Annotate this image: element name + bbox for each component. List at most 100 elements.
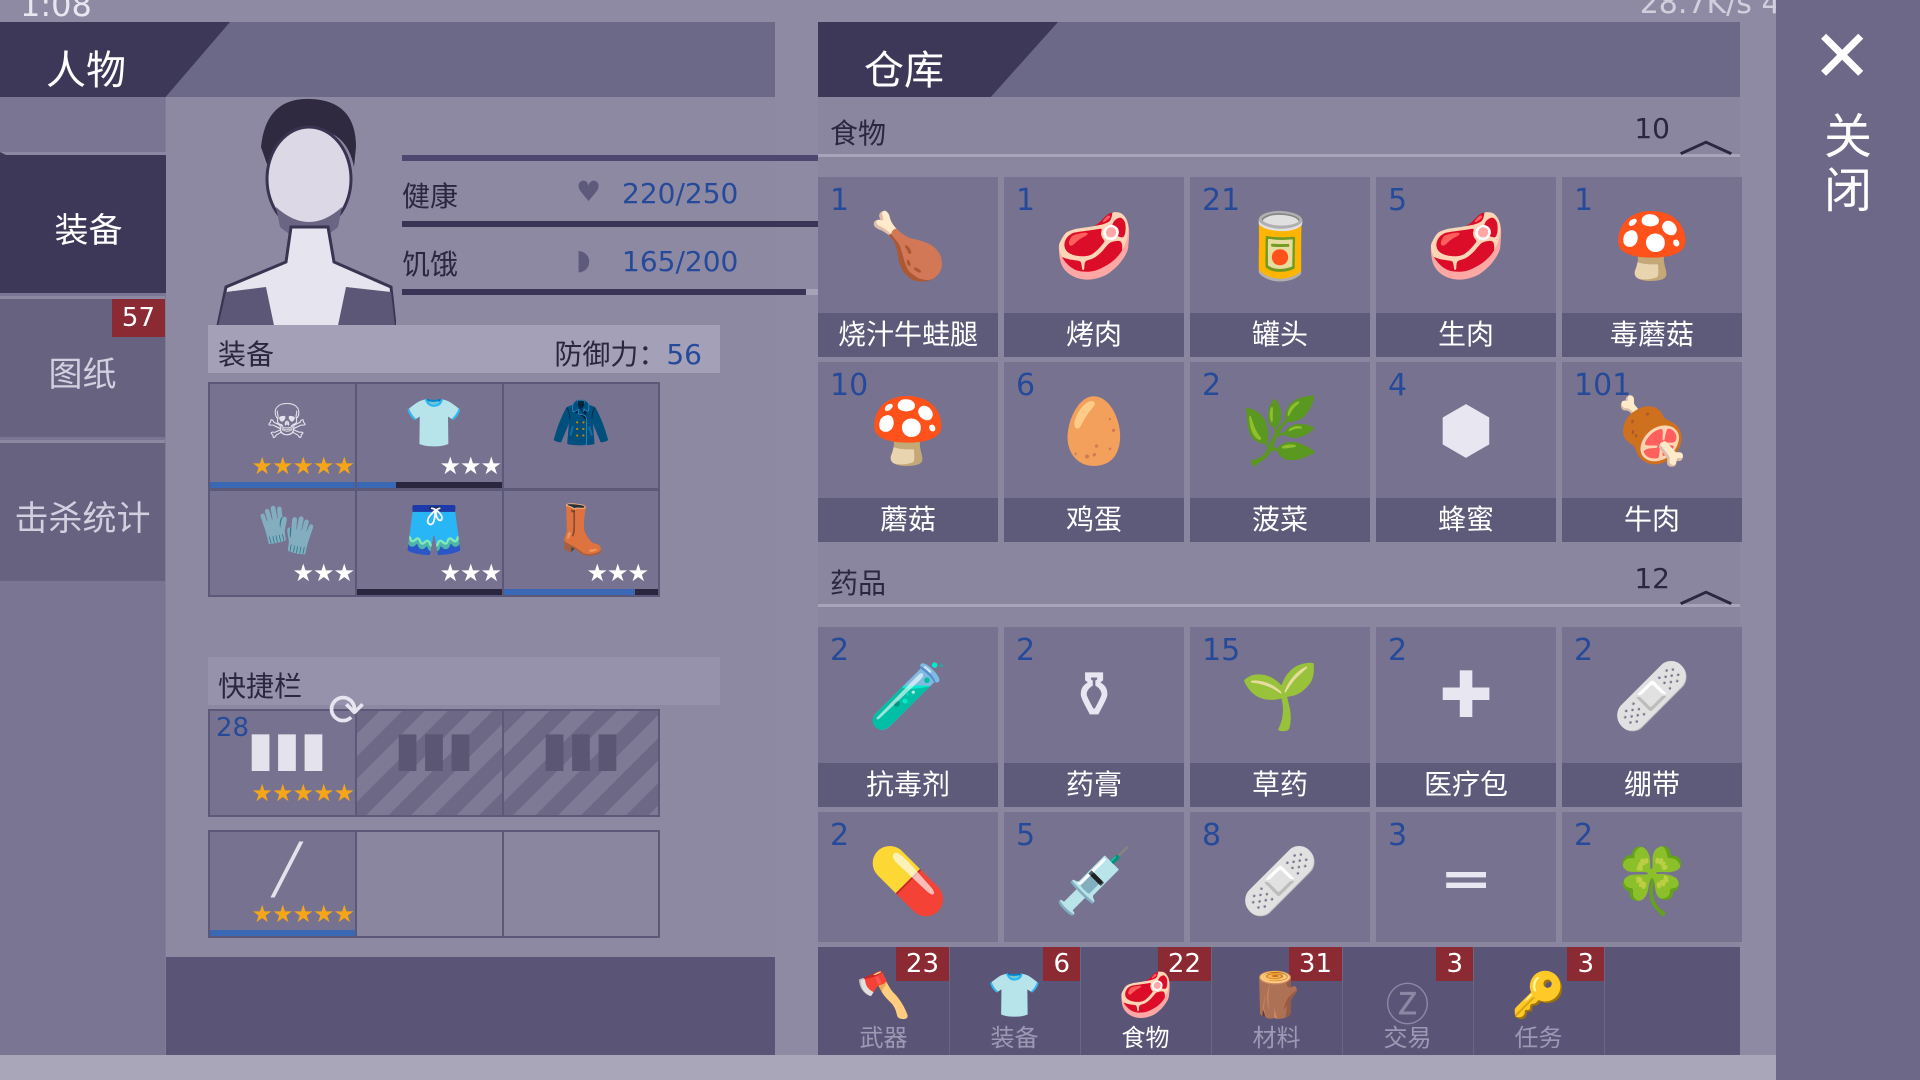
inventory-item[interactable]: 10 🍄 蘑菇 [818,362,998,542]
character-title: 人物 [46,48,126,94]
inventory-item[interactable]: 101 🍖 牛肉 [1562,362,1742,542]
close-sidebar: ✕ 关闭 [1776,0,1920,1080]
status-bar: 1:08 28.7K/s 4G 23% [0,0,1920,24]
category-tab[interactable]: 31 🪵 材料 [1211,947,1343,1055]
warehouse-panel: 仓库 食物 10 ︿ 1 🍗 烧汁牛蛙腿 1 🥩 烤肉 21 🥫 罐头 5 🥩 生肉 1 🍄 毒蘑菇 10 🍄 蘑… [818,22,1742,1055]
hunger-value: 165/200 [622,245,739,278]
rarity-stars: ★★★★★ [251,900,355,928]
inventory-item[interactable]: 1 🍄 毒蘑菇 [1562,177,1742,357]
category-tab-label: 装备 [990,1024,1039,1052]
inventory-item[interactable]: 2 ⚱ 药膏 [1004,627,1184,807]
bandage-icon: 🩹 [1612,660,1692,734]
inventory-item[interactable]: 8 🩹 [1190,812,1370,942]
status-time: 1:08 [20,0,92,24]
jacket-icon: 🧥 [551,395,611,451]
category-tab[interactable]: 3 Ⓩ 交易 [1342,947,1474,1055]
ointment-icon: ⚱ [1067,659,1121,733]
equipment-slot[interactable]: 🧤 ★★★ [208,489,366,597]
close-button-label[interactable]: 关闭 [1824,110,1876,218]
inventory-item[interactable]: 21 🥫 罐头 [1190,177,1370,357]
equipment-slot[interactable]: 🧥 [502,382,660,490]
category-tab[interactable]: 22 🥩 食物 [1080,947,1212,1055]
side-tab-label: 击杀统计 [14,499,151,539]
item-name: 药膏 [1004,763,1184,807]
quickbar-label: 快捷栏 [218,670,303,703]
quickbar-slot[interactable] [355,830,513,938]
item-name: 医疗包 [1376,763,1556,807]
inventory-item[interactable]: 6 🥚 鸡蛋 [1004,362,1184,542]
bottom-strip [0,1055,1776,1080]
rarity-stars: ★★★★★ [251,452,355,480]
axe-icon: 🪓 [856,970,911,1021]
defense-display: 防御力：56 [554,333,702,373]
defense-value: 56 [666,338,702,371]
inventory-item[interactable]: 2 🩹 绷带 [1562,627,1742,807]
inventory-item[interactable]: 2 🌿 菠菜 [1190,362,1370,542]
ampoule-icon: 💊 [868,845,948,919]
inventory-item[interactable]: 5 💉 [1004,812,1184,942]
side-tab-blueprints[interactable]: 57 图纸 [0,296,165,437]
heart-icon: ♥ [576,175,602,208]
equipment-slot[interactable]: 👕 ★★★ [355,382,513,490]
equipment-slot[interactable]: 👢 ★★★ [502,489,660,597]
gloves-icon: 🧤 [257,502,317,558]
close-icon[interactable]: ✕ [1812,20,1872,92]
equipment-section-header: 装备 防御力：56 [208,325,720,373]
food-category-count: 10 [1634,112,1670,145]
medicine-category-count: 12 [1634,562,1670,595]
quickbar-section-header: 快捷栏 [208,657,720,705]
inventory-item[interactable]: 2 🍀 [1562,812,1742,942]
item-name: 牛肉 [1562,498,1742,542]
quickbar-slot[interactable] [502,830,660,938]
food-category-header[interactable]: 食物 10 ︿ [818,102,1740,162]
rarity-stars: ★★★ [439,452,502,480]
swap-refresh-icon[interactable]: ⟳ [328,685,365,736]
inventory-item[interactable]: 1 🍗 烧汁牛蛙腿 [818,177,998,357]
inventory-item[interactable]: 15 🌱 草药 [1190,627,1370,807]
item-name: 抗毒剂 [818,763,998,807]
health-label: 健康 [402,180,459,213]
inventory-item[interactable]: 2 🧪 抗毒剂 [818,627,998,807]
category-tab[interactable]: 3 🔑 任务 [1473,947,1605,1055]
leaves-icon: 🍀 [1612,845,1692,919]
item-name: 草药 [1190,763,1370,807]
antidote-icon: 🧪 [868,660,948,734]
rarity-stars: ★★★ [439,559,502,587]
medicine-category-header[interactable]: 药品 12 ︿ [818,552,1740,612]
chevron-up-icon[interactable]: ︿ [1678,556,1734,614]
quickbar-slot[interactable]: ▮▮▮ [355,709,513,817]
equipment-slot[interactable]: ☠ ★★★★★ [208,382,366,490]
durability-bar [210,482,364,488]
side-tab-equipment[interactable]: 装备 [0,152,171,293]
quickbar-slot[interactable]: ▮▮▮ [502,709,660,817]
blueprints-count-badge: 57 [111,299,165,337]
category-tab-label: 武器 [859,1024,908,1052]
inventory-item[interactable]: 4 ⬢ 蜂蜜 [1376,362,1556,542]
quickbar-slot[interactable]: ╱ ★★★★★ [208,830,366,938]
character-body: 健康 ♥ 220/250 饥饿 ◗ 165/200 装备 防御力：56 ☠ ★★★… [166,97,892,957]
side-tab-kill-stats[interactable]: 击杀统计 [0,440,165,581]
warehouse-header: 仓库 [818,22,1740,97]
chevron-up-icon[interactable]: ︿ [1678,106,1734,164]
side-tab-label: 装备 [54,211,123,251]
category-tab-label: 食物 [1121,1024,1170,1052]
category-tab[interactable]: 23 🪓 武器 [818,947,950,1055]
category-tab[interactable]: 6 👕 装备 [949,947,1081,1055]
inventory-item[interactable]: 1 🥩 烤肉 [1004,177,1184,357]
raw-meat-icon: 🥩 [1426,210,1506,284]
herb-icon: 🌱 [1240,660,1320,734]
health-value: 220/250 [622,177,739,210]
durability-bar [504,589,658,595]
rarity-stars: ★★★ [292,559,355,587]
inventory-item[interactable]: 2 💊 [818,812,998,942]
equipment-slot[interactable]: 🩳 ★★★ [355,489,513,597]
character-side-tabs: 装备 57 图纸 击杀统计 [0,97,171,1055]
bullets-placeholder-icon: ▮▮▮ [394,721,474,777]
rifle-icon: ╱ [272,842,302,898]
inventory-item[interactable]: 3 ═ [1376,812,1556,942]
inventory-item[interactable]: 2 ✚ 医疗包 [1376,627,1556,807]
side-tab-label: 图纸 [48,355,117,395]
inventory-item[interactable]: 5 🥩 生肉 [1376,177,1556,357]
category-tab-label: 任务 [1514,1024,1563,1052]
item-name: 鸡蛋 [1004,498,1184,542]
